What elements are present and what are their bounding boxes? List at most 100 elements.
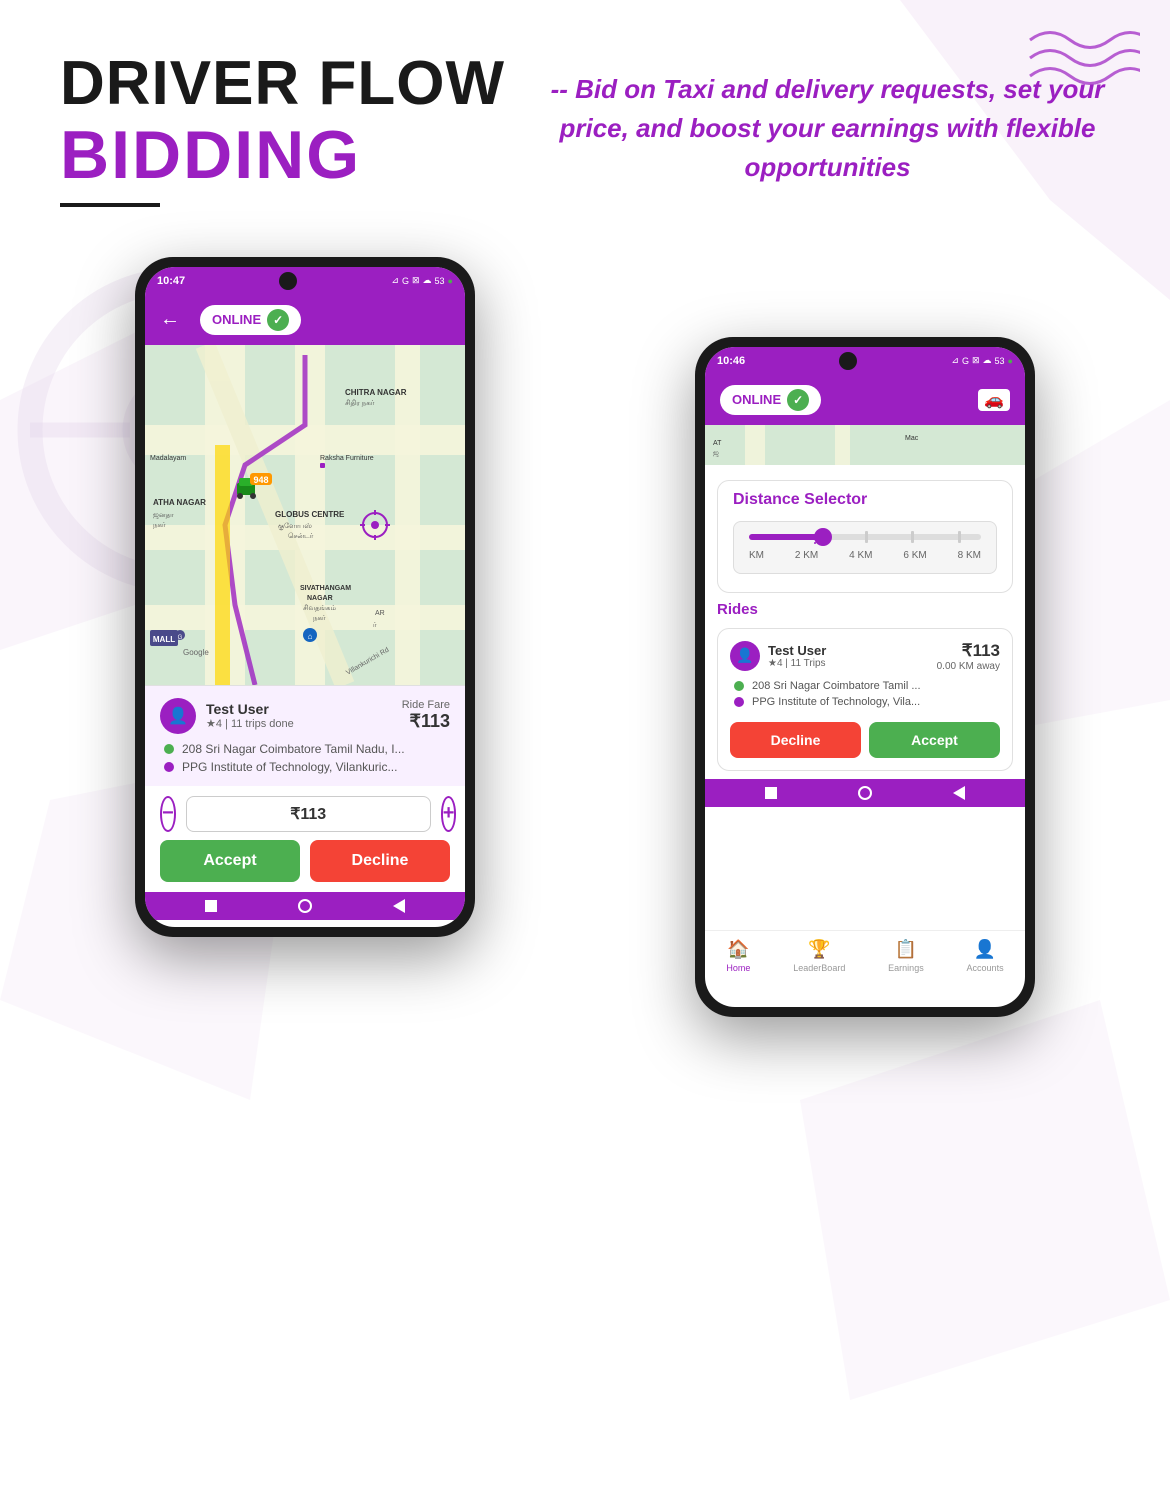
phone1-ride-header: 👤 Test User ★4 | 11 trips done Ride Fare… [160,698,450,734]
bid-plus-button[interactable]: + [441,796,457,832]
svg-text:Mac: Mac [905,435,919,442]
svg-text:948: 948 [253,475,268,485]
svg-text:Madalayam: Madalayam [150,455,186,462]
phone2-dropoff-row: PPG Institute of Technology, Vila... [730,696,1000,708]
rides-section: Rides 👤 Test User ★4 | 11 Trips [705,601,1025,771]
phone2-bottom-tab-bar: 🏠 Home 🏆 LeaderBoard 📋 Earnings 👤 Accoun… [705,930,1025,977]
phone1-fare-block: Ride Fare ₹113 [402,699,450,732]
svg-text:சிவதங்கம்: சிவதங்கம் [303,605,336,612]
svg-text:MALL: MALL [153,635,175,644]
phone2-frame: 10:46 ⊿ G ⊠ ☁ 53 ● ONLINE ✓ [695,337,1035,1017]
svg-text:ஜனதா: ஜனதா [153,512,174,520]
tab-accounts[interactable]: 👤 Accounts [967,939,1004,973]
svg-text:G: G [178,635,183,641]
slider-label-6: 6 KM [903,550,926,561]
svg-text:NAGAR: NAGAR [307,595,333,602]
slider-container[interactable]: KM 2 KM 4 KM 6 KM 8 KM [733,521,997,574]
phone2-time: 10:46 [717,355,745,367]
phone2-user-rating: ★4 | 11 Trips [768,658,826,669]
home-icon: 🏠 [727,939,749,960]
phone1-pickup-text: 208 Sri Nagar Coimbatore Tamil Nadu, I..… [182,742,405,756]
phone2-check-icon: ✓ [787,389,809,411]
bid-amount-input[interactable] [186,796,431,832]
tab-earnings[interactable]: 📋 Earnings [888,939,924,973]
slider-labels: KM 2 KM 4 KM 6 KM 8 KM [749,550,981,561]
nav-home-icon[interactable] [298,899,312,913]
phone2-user-info: 👤 Test User ★4 | 11 Trips [730,641,826,671]
car-icon[interactable]: 🚗 [978,389,1010,411]
svg-text:சென்டர்: சென்டர் [288,532,314,540]
bid-minus-button[interactable]: − [160,796,176,832]
back-arrow-icon[interactable]: ← [160,308,180,331]
phone2-bottom-nav [705,779,1025,807]
phone1-user-name: Test User [206,701,294,717]
tab-earnings-label: Earnings [888,963,924,973]
dropoff-dot-icon [164,762,174,772]
phone2-ride-header: 👤 Test User ★4 | 11 Trips ₹113 0.00 KM a… [730,641,1000,672]
slider-label-0: KM [749,550,764,561]
accept-button[interactable]: Accept [160,840,300,882]
svg-text:Google: Google [183,648,209,657]
phone1-dropoff-text: PPG Institute of Technology, Vilankuric.… [182,760,397,774]
phone1-bottom-nav [145,892,465,920]
phone2-status-icons: ⊿ G ⊠ ☁ 53 ● [951,355,1013,366]
phone1-user-avatar: 👤 [160,698,196,734]
phone2-decline-button[interactable]: Decline [730,722,861,758]
slider-thumb[interactable] [814,528,832,546]
phone2-wrapper: 10:46 ⊿ G ⊠ ☁ 53 ● ONLINE ✓ [695,337,1035,1017]
online-label: ONLINE [212,312,261,327]
phone1-wrapper: 10:47 ⊿ G ⊠ ☁ 53 ● ← ONLINE [135,257,475,937]
svg-text:CHITRA NAGAR: CHITRA NAGAR [345,388,407,397]
page-title-sub: BIDDING [60,118,505,193]
phone2-distance: 0.00 KM away [937,661,1000,672]
phone2-nav-back-icon[interactable] [953,786,965,800]
decline-button[interactable]: Decline [310,840,450,882]
distance-selector-title: Distance Selector [733,491,997,509]
svg-text:ஜ: ஜ [713,450,719,458]
phone2-user-details: Test User ★4 | 11 Trips [768,643,826,669]
phone2-online-badge[interactable]: ONLINE ✓ [720,385,821,415]
phone1-header-bar: ← ONLINE ✓ [145,295,465,345]
phone2-action-buttons: Decline Accept [730,712,1000,758]
header: DRIVER FLOW BIDDING -- Bid on Taxi and d… [0,0,1170,227]
phone2-status-bar: 10:46 ⊿ G ⊠ ☁ 53 ● [705,347,1025,375]
phone2-nav-stop-icon[interactable] [765,787,777,799]
slider-track[interactable] [749,534,981,540]
online-badge[interactable]: ONLINE ✓ [200,305,301,335]
phone2-pickup-dot-icon [734,681,744,691]
phone1-map[interactable]: CHITRA NAGAR சிதிர நகர் Madalayam Raksha… [145,345,465,685]
phone2-accept-button[interactable]: Accept [869,722,1000,758]
svg-text:நகர்: நகர் [153,522,166,529]
svg-text:GLOBUS CENTRE: GLOBUS CENTRE [275,510,345,519]
phone1-dropoff-row: PPG Institute of Technology, Vilankuric.… [160,760,450,774]
slider-fill [749,534,819,540]
title-block: DRIVER FLOW BIDDING [60,50,505,207]
slider-label-8: 8 KM [958,550,981,561]
phone2-nav-home-icon[interactable] [858,786,872,800]
phone1-notch [279,272,297,290]
phone1-frame: 10:47 ⊿ G ⊠ ☁ 53 ● ← ONLINE [135,257,475,937]
phone1-time: 10:47 [157,275,185,287]
nav-back-icon[interactable] [393,899,405,913]
phone2-ride-card: 👤 Test User ★4 | 11 Trips ₹113 0.00 KM a… [717,628,1013,771]
phone2-user-avatar: 👤 [730,641,760,671]
phone2-map-snippet: Mac AT ஜ [705,425,1025,465]
tab-home[interactable]: 🏠 Home [726,939,750,973]
phone1-action-buttons: Accept Decline [145,840,465,892]
phone1-screen: 10:47 ⊿ G ⊠ ☁ 53 ● ← ONLINE [145,267,465,927]
phone2-screen: 10:46 ⊿ G ⊠ ☁ 53 ● ONLINE ✓ [705,347,1025,1007]
page-description: -- Bid on Taxi and delivery requests, se… [545,50,1110,187]
phone2-dropoff-dot-icon [734,697,744,707]
phone2-fare-amount: ₹113 [937,641,1000,661]
pickup-dot-icon [164,744,174,754]
phone1-user-rating: ★4 | 11 trips done [206,717,294,730]
nav-stop-icon[interactable] [205,900,217,912]
phone2-fare-info: ₹113 0.00 KM away [937,641,1000,672]
svg-text:AT: AT [713,440,722,447]
tab-leaderboard[interactable]: 🏆 LeaderBoard [793,939,845,973]
phone2-online-label: ONLINE [732,392,781,407]
phone2-pickup-row: 208 Sri Nagar Coimbatore Tamil ... [730,680,1000,692]
title-underline [60,203,160,207]
leaderboard-icon: 🏆 [808,939,830,960]
phone2-dropoff-text: PPG Institute of Technology, Vila... [752,696,920,708]
